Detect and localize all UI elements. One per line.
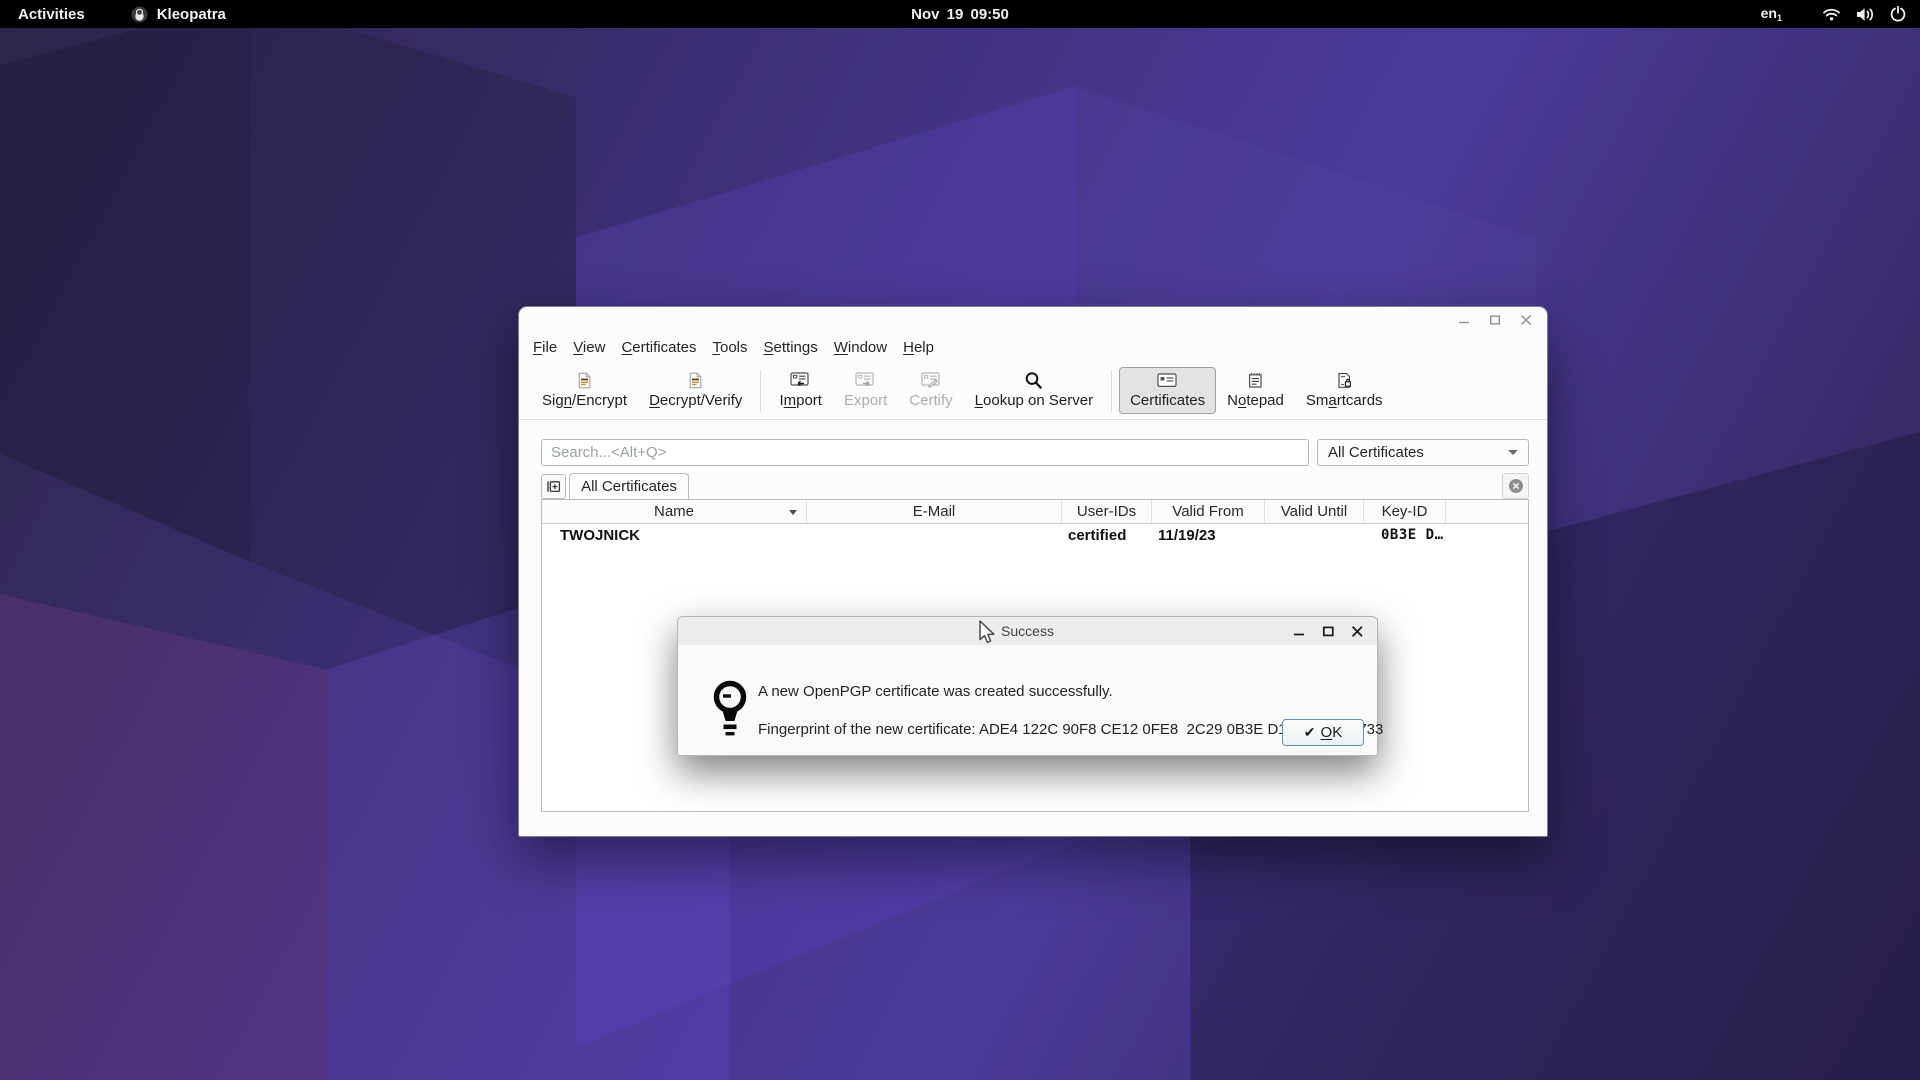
wifi-icon[interactable]: [1822, 7, 1841, 22]
ok-button[interactable]: ✔ OK: [1282, 719, 1364, 746]
cell-key-id: 0B3E D…: [1364, 527, 1446, 543]
table-header: Name E-Mail User-IDs Valid From Valid Un…: [542, 500, 1528, 524]
keyboard-layout-index: 1: [1777, 13, 1782, 23]
toolbar-label: Decrypt/Verify: [649, 392, 742, 409]
column-header-valid-until[interactable]: Valid Until: [1265, 500, 1364, 523]
menu-file[interactable]: File: [525, 336, 565, 359]
export-button: Export: [833, 367, 898, 414]
activities-button[interactable]: Activities: [18, 6, 85, 23]
desktop: Activities Kleopatra Nov 19 09:50 en1: [0, 0, 1920, 1080]
volume-icon[interactable]: [1855, 7, 1876, 22]
table-row[interactable]: TWOJNICK certified 11/19/23 0B3E D…: [542, 524, 1528, 546]
lookup-on-server-button[interactable]: Lookup on Server: [964, 367, 1104, 414]
menu-bar: File View Certificates Tools Settings Wi…: [519, 333, 1547, 362]
notepad-icon: [1247, 371, 1264, 389]
cell-name: TWOJNICK: [542, 527, 807, 544]
import-certificate-icon: [790, 371, 811, 389]
keyboard-layout-indicator[interactable]: en1: [1761, 5, 1782, 23]
certify-icon: [921, 371, 942, 389]
check-icon: ✔: [1304, 724, 1316, 741]
chevron-down-icon: [1508, 450, 1518, 455]
export-certificate-icon: [855, 371, 876, 389]
smartcards-icon: [1336, 371, 1353, 389]
search-icon: [1024, 371, 1043, 389]
certificates-view-button[interactable]: Certificates: [1119, 367, 1216, 414]
menu-settings[interactable]: Settings: [756, 336, 826, 359]
certificate-filter-dropdown[interactable]: All Certificates: [1317, 439, 1529, 466]
new-tab-icon: [546, 479, 561, 494]
menu-certificates[interactable]: Certificates: [613, 336, 704, 359]
column-header-user-ids[interactable]: User-IDs: [1062, 500, 1152, 523]
column-label: Valid From: [1172, 503, 1243, 520]
keyboard-layout-code: en: [1761, 5, 1777, 21]
toolbar-label: Smartcards: [1306, 392, 1383, 409]
cell-valid-from: 11/19/23: [1152, 527, 1265, 544]
menu-window[interactable]: Window: [826, 336, 895, 359]
focused-app-name: Kleopatra: [157, 6, 226, 23]
column-label: Name: [654, 503, 694, 520]
sort-descending-icon: [789, 510, 797, 515]
dialog-message: A new OpenPGP certificate was created su…: [758, 683, 1113, 700]
toolbar-separator: [760, 370, 761, 412]
tab-bar: All Certificates: [541, 473, 1529, 499]
toolbar-label: Certificates: [1130, 392, 1205, 409]
close-tab-button[interactable]: [1502, 473, 1529, 499]
toolbar-label: Lookup on Server: [975, 392, 1093, 409]
close-button[interactable]: [1519, 313, 1533, 327]
certify-button: Certify: [898, 367, 963, 414]
filter-selected-value: All Certificates: [1328, 444, 1424, 461]
dialog-minimize-button[interactable]: [1292, 624, 1306, 638]
minimize-button[interactable]: [1457, 313, 1471, 327]
lightbulb-icon: [709, 678, 751, 740]
clock-button[interactable]: Nov 19 09:50: [911, 6, 1009, 23]
mouse-cursor: [977, 620, 999, 646]
top-bar: Activities Kleopatra Nov 19 09:50 en1: [0, 0, 1920, 28]
import-button[interactable]: Import: [768, 367, 833, 414]
toolbar-label: Sign/Encrypt: [542, 392, 627, 409]
column-label: Valid Until: [1281, 503, 1347, 520]
notepad-button[interactable]: Notepad: [1216, 367, 1295, 414]
column-label: Key-ID: [1382, 503, 1428, 520]
close-tab-icon: [1508, 478, 1524, 494]
decrypt-verify-button[interactable]: Decrypt/Verify: [638, 367, 753, 414]
success-dialog: Success A new OpenPGP ce: [677, 616, 1378, 756]
ok-label: OK: [1321, 724, 1343, 741]
certificates-icon: [1157, 371, 1178, 389]
kleopatra-app-icon: [131, 6, 148, 23]
dialog-maximize-button[interactable]: [1321, 624, 1335, 638]
dialog-title: Success: [1001, 623, 1054, 639]
toolbar-label: Export: [844, 392, 887, 409]
maximize-button[interactable]: [1488, 313, 1502, 327]
sign-encrypt-document-icon: [576, 371, 593, 389]
column-header-email[interactable]: E-Mail: [807, 500, 1062, 523]
kleopatra-window: File View Certificates Tools Settings Wi…: [518, 306, 1548, 837]
window-titlebar[interactable]: [519, 307, 1547, 333]
sign-encrypt-button[interactable]: Sign/Encrypt: [531, 367, 638, 414]
toolbar-label: Import: [779, 392, 822, 409]
toolbar-label: Notepad: [1227, 392, 1284, 409]
smartcards-button[interactable]: Smartcards: [1295, 367, 1394, 414]
tab-all-certificates[interactable]: All Certificates: [569, 473, 689, 499]
dialog-body: A new OpenPGP certificate was created su…: [678, 645, 1377, 757]
column-header-filler: [1446, 500, 1528, 523]
cell-user-ids: certified: [1062, 527, 1152, 544]
column-label: E-Mail: [913, 503, 956, 520]
menu-view[interactable]: View: [565, 336, 613, 359]
column-label: User-IDs: [1077, 503, 1136, 520]
column-header-name[interactable]: Name: [542, 500, 807, 523]
new-tab-button[interactable]: [541, 474, 566, 499]
search-input[interactable]: [541, 439, 1309, 466]
column-header-valid-from[interactable]: Valid From: [1152, 500, 1265, 523]
dialog-close-button[interactable]: [1350, 624, 1364, 638]
power-icon[interactable]: [1890, 6, 1906, 22]
menu-tools[interactable]: Tools: [704, 336, 755, 359]
column-header-key-id[interactable]: Key-ID: [1364, 500, 1446, 523]
toolbar-separator: [1111, 370, 1112, 412]
dialog-titlebar[interactable]: Success: [678, 617, 1377, 645]
toolbar: Sign/Encrypt Decrypt/Verify Import E: [519, 362, 1547, 420]
focused-app-indicator[interactable]: Kleopatra: [131, 6, 226, 23]
menu-help[interactable]: Help: [895, 336, 942, 359]
toolbar-label: Certify: [909, 392, 952, 409]
decrypt-verify-document-icon: [687, 371, 704, 389]
